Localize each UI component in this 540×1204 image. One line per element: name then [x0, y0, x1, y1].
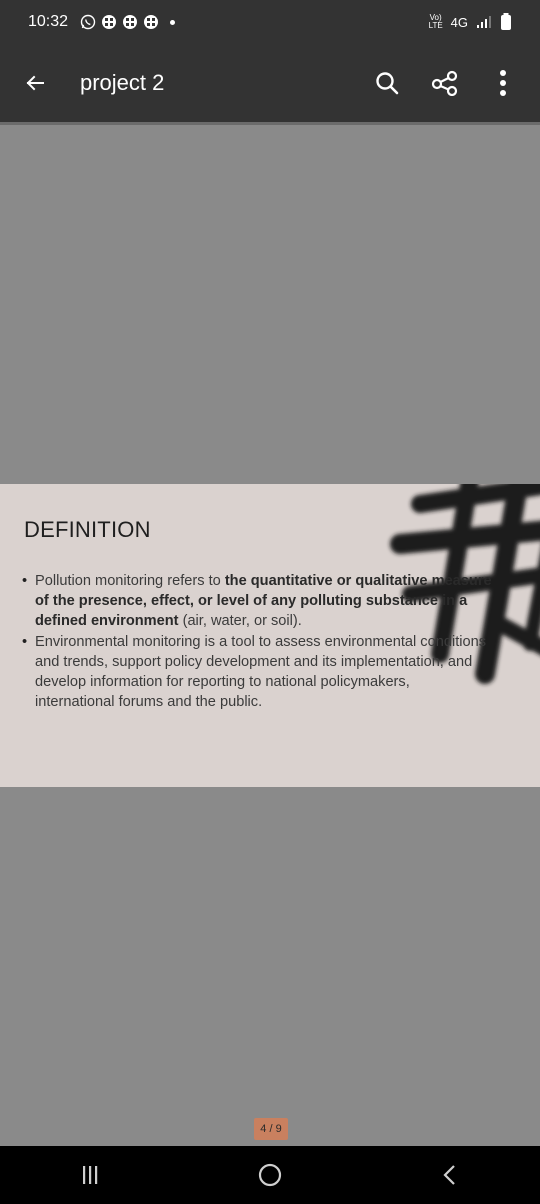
- slide-body: Pollution monitoring refers to the quant…: [22, 571, 492, 713]
- slide-heading: DEFINITION: [24, 517, 151, 542]
- back-nav-button[interactable]: [410, 1150, 490, 1200]
- status-indicators: Vo) LTE 4G: [429, 13, 512, 31]
- battery-icon: [501, 13, 511, 30]
- bullet-pollution-monitoring: Pollution monitoring refers to the quant…: [22, 571, 492, 631]
- arrow-back-icon: [26, 75, 44, 91]
- whatsapp-icon: [80, 14, 96, 30]
- network-type: 4G: [450, 14, 468, 30]
- recent-apps-button[interactable]: [50, 1150, 130, 1200]
- app-bar-actions: [358, 56, 532, 110]
- share-button[interactable]: [416, 56, 474, 110]
- notification-icons: [80, 14, 176, 30]
- status-time: 10:32: [28, 13, 69, 30]
- search-icon: [376, 72, 399, 95]
- system-navigation-bar: [0, 1146, 540, 1204]
- volte-icon: Vo) LTE: [428, 13, 443, 30]
- more-notifications-icon: [170, 19, 176, 25]
- app-notification-icon: [102, 15, 117, 29]
- home-icon: [258, 1163, 282, 1187]
- share-icon: [431, 70, 458, 96]
- search-button[interactable]: [358, 56, 416, 110]
- bullet-environmental-monitoring: Environmental monitoring is a tool to as…: [22, 632, 492, 712]
- signal-icon: [477, 16, 491, 28]
- slide-page[interactable]: DEFINITION Pollution monitoring refers t…: [0, 484, 540, 787]
- app-bar-divider: [0, 122, 540, 125]
- app-notification-icon: [144, 15, 159, 29]
- home-button[interactable]: [230, 1150, 310, 1200]
- app-bar: project 2: [0, 44, 540, 122]
- back-button[interactable]: [8, 56, 62, 110]
- status-bar: 10:32 Vo) LTE 4G: [0, 0, 540, 44]
- chevron-left-icon: [443, 1165, 455, 1185]
- document-title: project 2: [80, 70, 165, 95]
- app-notification-icon: [123, 15, 138, 29]
- more-options-button[interactable]: [474, 56, 532, 110]
- page-indicator: 4 / 9: [254, 1118, 288, 1140]
- recent-apps-icon: [83, 1166, 98, 1184]
- more-vert-icon: [500, 70, 506, 96]
